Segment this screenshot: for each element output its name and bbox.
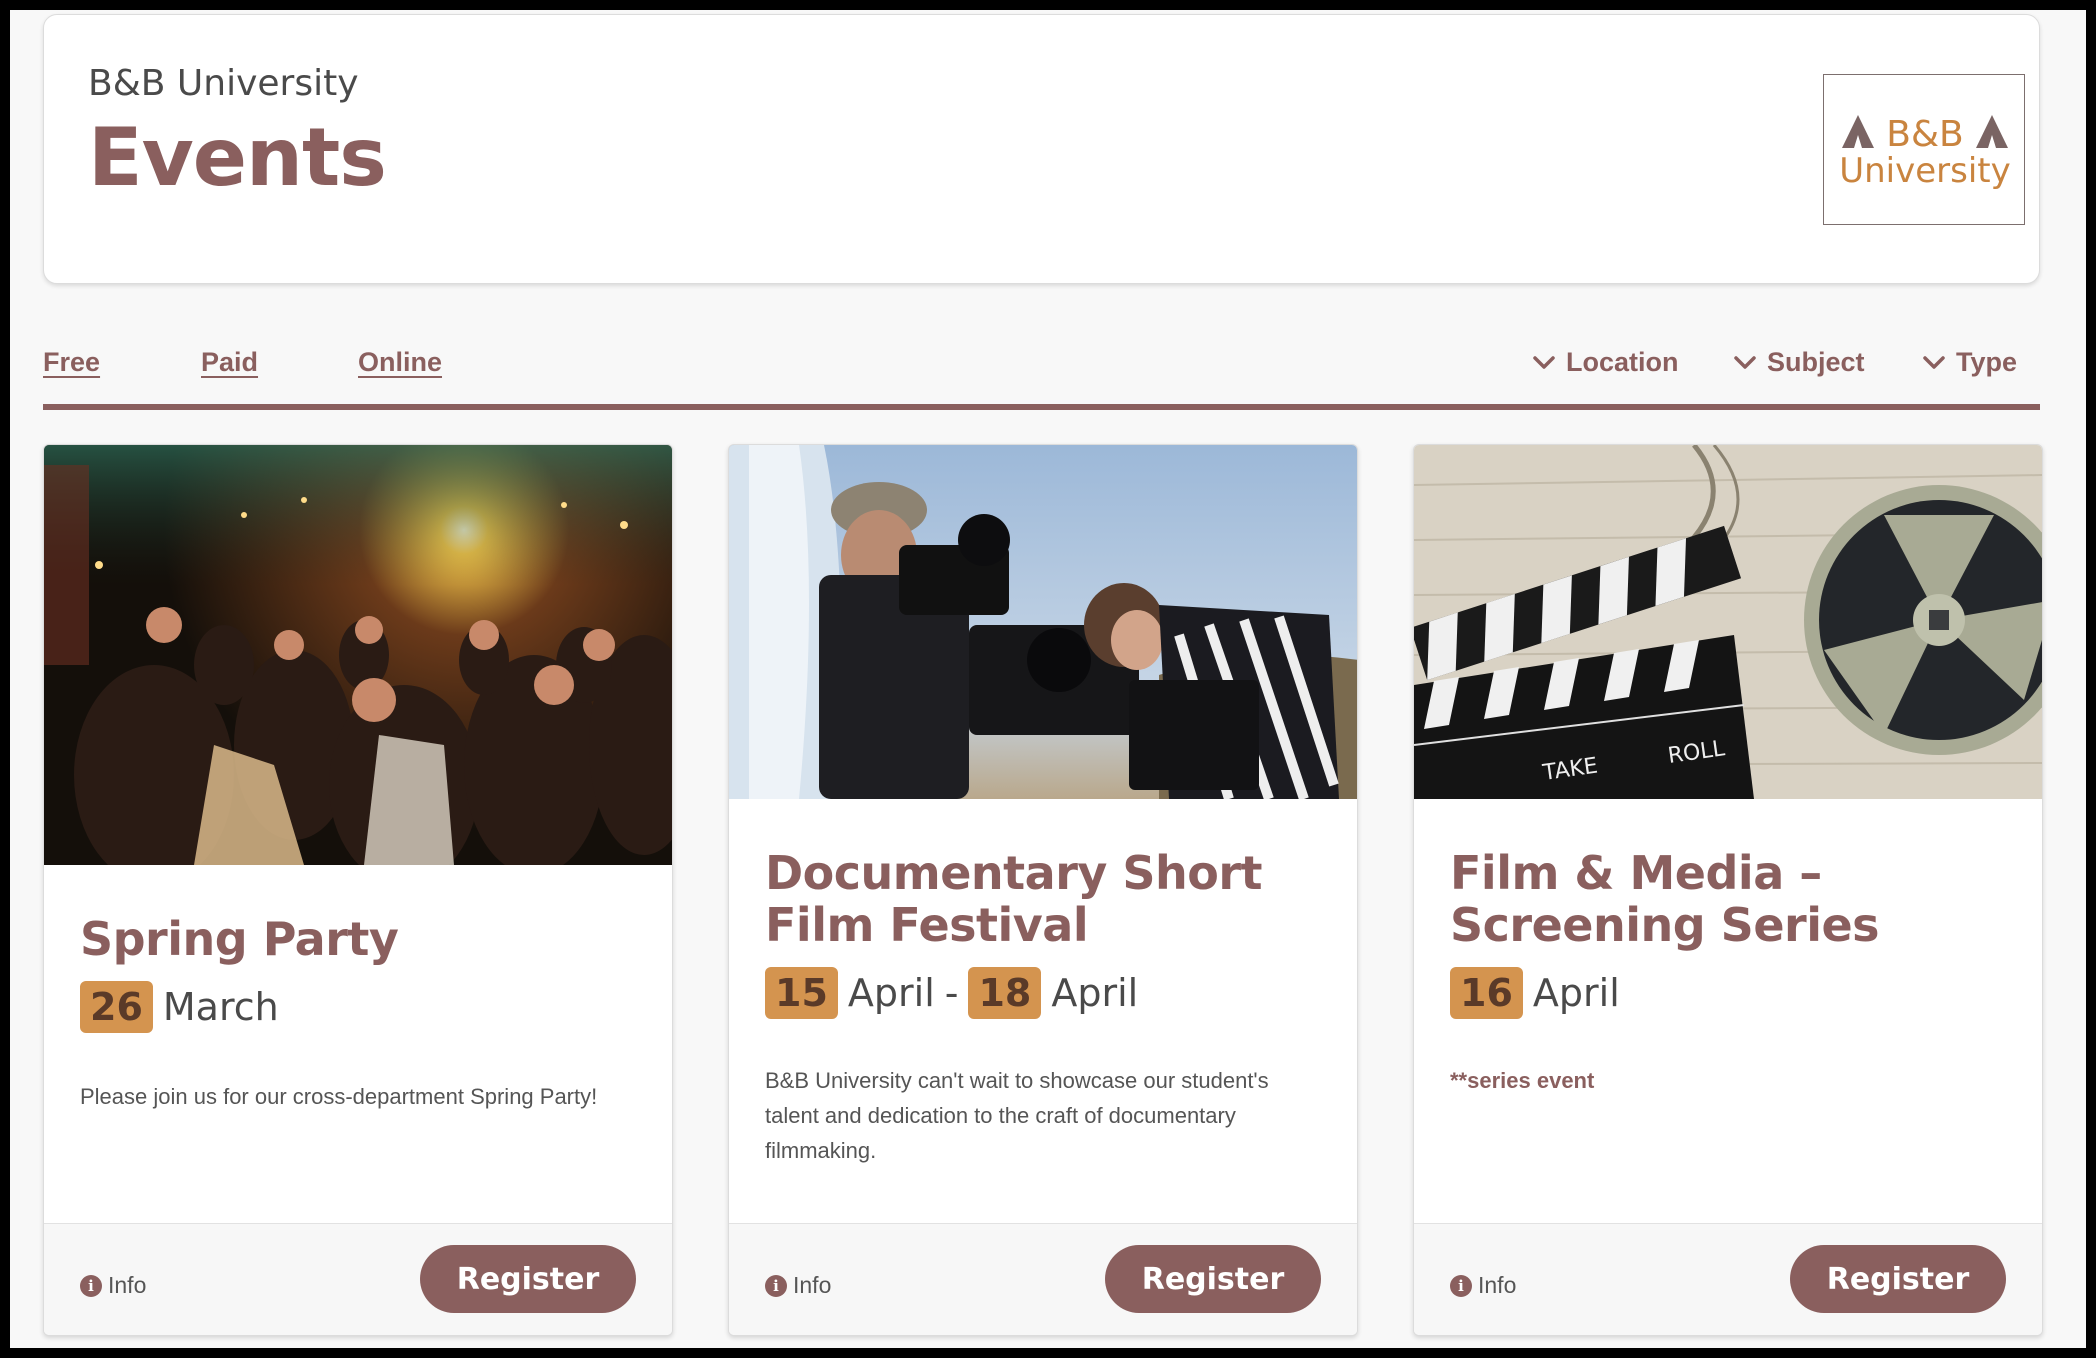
day-badge: 16: [1450, 967, 1523, 1019]
info-link[interactable]: i Info: [765, 1272, 831, 1299]
event-card-screening-series: TAKE ROLL Film & Media – Screening Serie…: [1413, 444, 2043, 1336]
location-dropdown[interactable]: Location: [1532, 347, 1679, 378]
event-description: B&B University can't wait to showcase ou…: [765, 1068, 1269, 1163]
type-dropdown-label: Type: [1956, 347, 2018, 377]
header-card: B&B University Events B&B University: [43, 14, 2040, 284]
university-name: B&B University: [88, 63, 359, 104]
chevron-down-icon: [1533, 355, 1555, 369]
event-card-documentary-festival: Documentary Short Film Festival 15 April…: [728, 444, 1358, 1336]
register-button[interactable]: Register: [1790, 1245, 2006, 1313]
event-date: 16 April: [1450, 967, 1620, 1019]
date-separator: -: [944, 971, 959, 1015]
filter-online[interactable]: Online: [358, 347, 442, 378]
info-link[interactable]: i Info: [80, 1272, 146, 1299]
card-footer: i Info Register: [44, 1223, 672, 1335]
info-label: Info: [108, 1272, 147, 1298]
event-image-filmmaking: [729, 445, 1357, 799]
logo-text-line2: University: [1839, 151, 2011, 191]
event-image-party: [44, 445, 672, 865]
subject-dropdown[interactable]: Subject: [1733, 347, 1865, 378]
page-frame: B&B University Events B&B University Fre…: [10, 10, 2086, 1348]
chevron-down-icon: [1923, 355, 1945, 369]
start-month-label: April: [847, 971, 935, 1015]
filter-paid[interactable]: Paid: [201, 347, 258, 378]
info-link[interactable]: i Info: [1450, 1272, 1516, 1299]
event-title: Spring Party: [80, 912, 399, 966]
card-footer: i Info Register: [729, 1223, 1357, 1335]
start-day-badge: 15: [765, 967, 838, 1019]
register-button[interactable]: Register: [420, 1245, 636, 1313]
card-footer: i Info Register: [1414, 1223, 2042, 1335]
type-dropdown[interactable]: Type: [1922, 347, 2017, 378]
event-title: Documentary Short Film Festival: [765, 846, 1263, 952]
event-title: Film & Media – Screening Series: [1450, 846, 1880, 952]
location-dropdown-label: Location: [1566, 347, 1679, 377]
end-day-badge: 18: [968, 967, 1042, 1019]
day-badge: 26: [80, 981, 153, 1033]
filter-bar: Free Paid Online Location Subject Type: [43, 330, 2040, 410]
month-label: March: [162, 985, 279, 1029]
university-logo: B&B University: [1823, 74, 2025, 225]
info-label: Info: [1478, 1272, 1517, 1298]
end-month-label: April: [1051, 971, 1139, 1015]
chevron-down-icon: [1734, 355, 1756, 369]
event-image-film-reel: TAKE ROLL: [1414, 445, 2042, 799]
info-icon: i: [1450, 1274, 1472, 1297]
info-icon: i: [80, 1274, 102, 1297]
subject-dropdown-label: Subject: [1767, 347, 1865, 377]
logo-text-line1: B&B: [1886, 114, 1963, 155]
series-note: **series event: [1450, 1068, 1595, 1093]
event-description: Please join us for our cross-department …: [80, 1084, 598, 1109]
event-date: 15 April - 18 April: [765, 967, 1138, 1019]
event-date: 26 March: [80, 981, 279, 1033]
filter-free[interactable]: Free: [43, 347, 100, 378]
info-icon: i: [765, 1274, 787, 1297]
info-label: Info: [793, 1272, 832, 1298]
register-button[interactable]: Register: [1105, 1245, 1321, 1313]
month-label: April: [1532, 971, 1620, 1015]
page-title: Events: [88, 111, 387, 204]
event-card-spring-party: Spring Party 26 March Please join us for…: [43, 444, 673, 1336]
